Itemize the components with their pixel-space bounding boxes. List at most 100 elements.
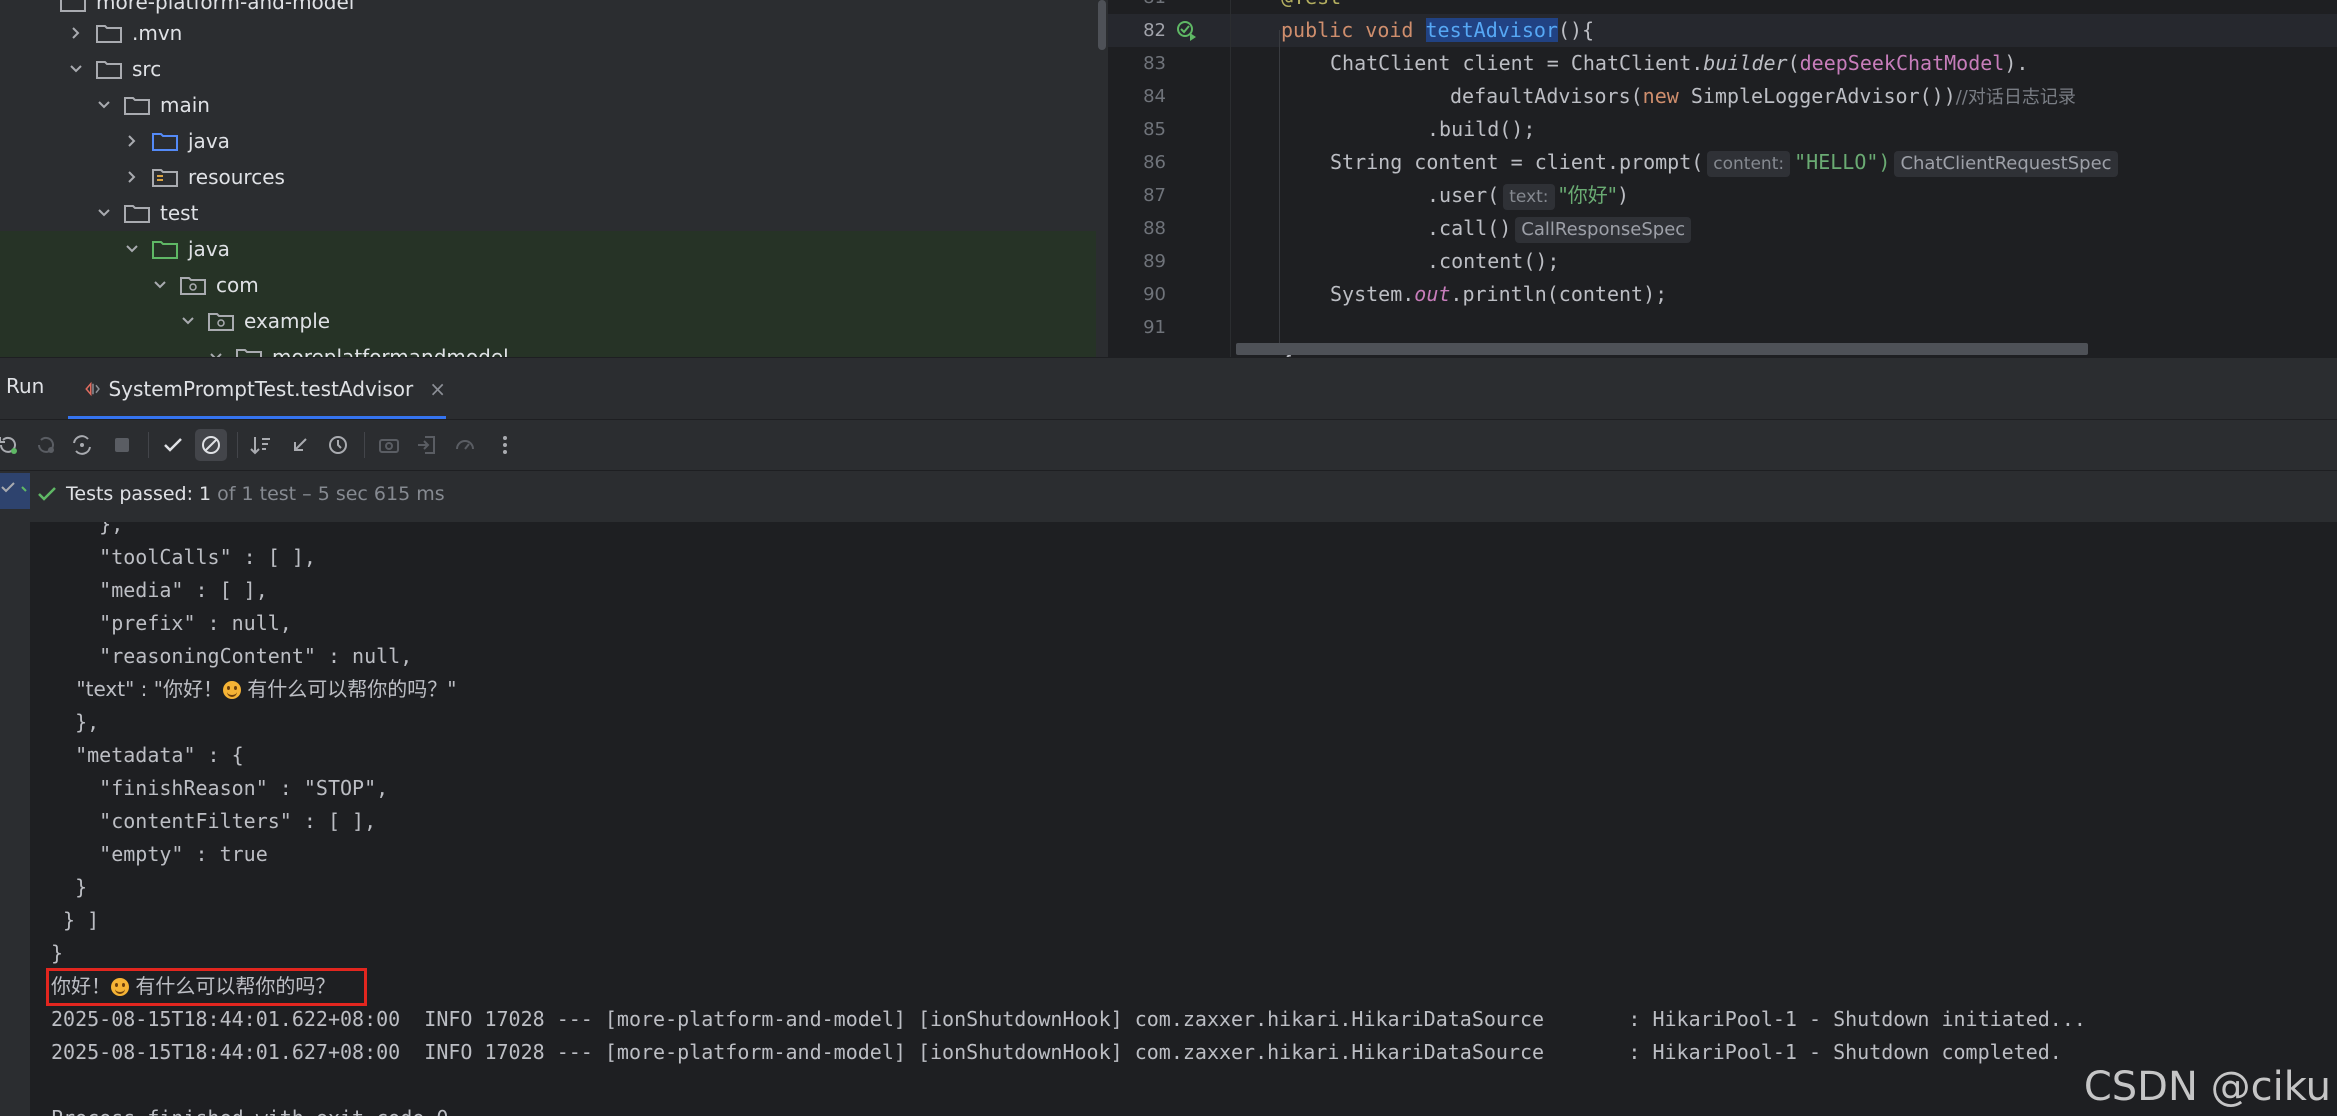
show-ignored-icon[interactable] [195, 429, 227, 461]
watermark: CSDN @ciku [2083, 1064, 2331, 1110]
line-number: 84 [1143, 86, 1166, 107]
toggle-auto-test-icon[interactable] [66, 429, 98, 461]
test-source-folder-icon [152, 241, 178, 259]
coverage-icon[interactable] [449, 429, 481, 461]
folder-icon [96, 61, 122, 79]
tree-item-label: main [160, 93, 210, 117]
package-icon [208, 313, 234, 331]
console-line: } [51, 875, 88, 899]
tree-item-resources[interactable]: resources [0, 159, 1108, 195]
tree-item-test[interactable]: test [0, 195, 1108, 231]
code-line-87: .user(text: "你好") [1427, 179, 1629, 212]
sort-alphabetically-icon[interactable] [246, 429, 278, 461]
tree-item-main[interactable]: main [0, 87, 1108, 123]
source-folder-icon [152, 133, 178, 151]
console-line: "prefix" : null, [51, 611, 292, 635]
toolbar-separator [364, 432, 365, 458]
console-line: "text" : "你好！ 有什么可以帮你的吗？" [51, 677, 457, 701]
test-tree-selection[interactable] [0, 473, 30, 509]
tab-label: SystemPromptTest.testAdvisor [108, 377, 414, 401]
code-line-90: System.out.println(content); [1330, 282, 1668, 306]
import-tests-icon[interactable] [284, 429, 316, 461]
type-hint: ChatClientRequestSpec [1894, 151, 2118, 177]
tree-scrollbar[interactable] [1096, 0, 1108, 357]
stop-icon[interactable] [106, 429, 138, 461]
chevron-down-icon[interactable] [68, 61, 84, 77]
tests-passed-label: Tests passed: 1 [66, 483, 212, 505]
code-line-84: defaultAdvisors(new SimpleLoggerAdvisor(… [1450, 84, 2076, 108]
console-line: } [51, 941, 64, 965]
run-toolbar [0, 419, 2337, 470]
console-output[interactable]: }, "toolCalls" : [ ], "media" : [ ], "pr… [0, 522, 2337, 1116]
tree-item-test-java[interactable]: java [0, 231, 1108, 267]
folder-icon [96, 25, 122, 43]
editor-horizontal-scrollbar[interactable] [1236, 343, 2088, 355]
console-line: "empty" : true [51, 842, 268, 866]
tree-item-main-java[interactable]: java [0, 123, 1108, 159]
chevron-down-icon[interactable] [152, 277, 168, 293]
console-line: "contentFilters" : [ ], [51, 809, 377, 833]
chevron-down-icon[interactable] [180, 313, 196, 329]
code-line-82: public void testAdvisor(){ [1281, 18, 1595, 42]
tree-item-label: moreplatformandmodel [272, 345, 509, 357]
code-line-88: .call() CallResponseSpec [1427, 212, 1695, 245]
chevron-right-icon[interactable] [124, 169, 140, 185]
code-editor[interactable]: 81 82 83 84 85 86 87 88 89 90 91 @Test p… [1108, 0, 2337, 357]
folder-icon [124, 205, 150, 223]
console-log-line: 2025-08-15T18:44:01.622+08:00 INFO 17028… [51, 1007, 2086, 1031]
highlight-annotation-box [46, 968, 367, 1006]
gutter-separator [1230, 0, 1231, 357]
tree-item-label: java [188, 237, 230, 261]
close-tab-icon[interactable]: × [429, 377, 446, 401]
line-number: 91 [1143, 317, 1166, 338]
chevron-down-icon[interactable] [124, 241, 140, 257]
tree-item-label: test [160, 201, 199, 225]
chevron-down-icon[interactable] [96, 205, 112, 221]
tree-item-label: more-platform-and-model [96, 0, 355, 14]
more-options-icon[interactable] [489, 429, 521, 461]
test-class-icon [85, 381, 100, 397]
chevron-right-icon[interactable] [68, 25, 84, 41]
test-status-bar: Tests passed: 1 of 1 test – 5 sec 615 ms [0, 470, 2337, 523]
history-icon[interactable] [322, 429, 354, 461]
tree-item-src[interactable]: src [0, 51, 1108, 87]
chevron-down-icon[interactable] [96, 97, 112, 113]
tree-item-com[interactable]: com [0, 267, 1108, 303]
tree-item-moreplatformandmodel[interactable]: moreplatformandmodel [0, 339, 1108, 357]
chevron-right-icon[interactable] [124, 133, 140, 149]
module-folder-icon [60, 0, 86, 12]
line-number: 87 [1143, 185, 1166, 206]
screenshot-icon[interactable] [373, 429, 405, 461]
selected-method-name[interactable]: testAdvisor [1425, 18, 1558, 42]
code-line-85: .build(); [1427, 117, 1536, 141]
chevron-down-icon[interactable] [208, 349, 224, 357]
console-line: "metadata" : { [51, 743, 244, 767]
line-number: 86 [1143, 152, 1166, 173]
tree-item-mvn[interactable]: .mvn [0, 15, 1108, 51]
tree-item-label: resources [188, 165, 285, 189]
code-annotation: @Test [1281, 0, 1341, 14]
rerun-icon[interactable] [0, 429, 24, 461]
run-window-title: Run [6, 374, 45, 398]
console-line: }, [51, 522, 124, 536]
rerun-failed-icon[interactable] [30, 429, 62, 461]
indent-guide [1279, 30, 1280, 350]
console-line: } ] [51, 908, 100, 932]
code-line-86: String content = client.prompt(content: "… [1330, 146, 2122, 179]
parameter-hint: content: [1707, 151, 1791, 177]
console-line: "media" : [ ], [51, 578, 268, 602]
export-icon[interactable] [411, 429, 443, 461]
type-hint: CallResponseSpec [1515, 217, 1692, 243]
package-icon [236, 349, 262, 357]
tab-system-prompt-test[interactable]: SystemPromptTest.testAdvisor × [68, 358, 446, 420]
tree-item-label: com [216, 273, 259, 297]
run-test-passed-icon[interactable] [1176, 20, 1198, 42]
show-passed-icon[interactable] [157, 429, 189, 461]
tree-item-label: src [132, 57, 162, 81]
test-tree-collapsed [0, 522, 30, 1116]
toolbar-separator [237, 432, 238, 458]
tree-item-example[interactable]: example [0, 303, 1108, 339]
project-tree-panel: more-platform-and-model .mvn src main ja… [0, 0, 1108, 357]
scrollbar-thumb[interactable] [1098, 0, 1106, 50]
tests-detail-label: of 1 test – 5 sec 615 ms [217, 483, 445, 505]
